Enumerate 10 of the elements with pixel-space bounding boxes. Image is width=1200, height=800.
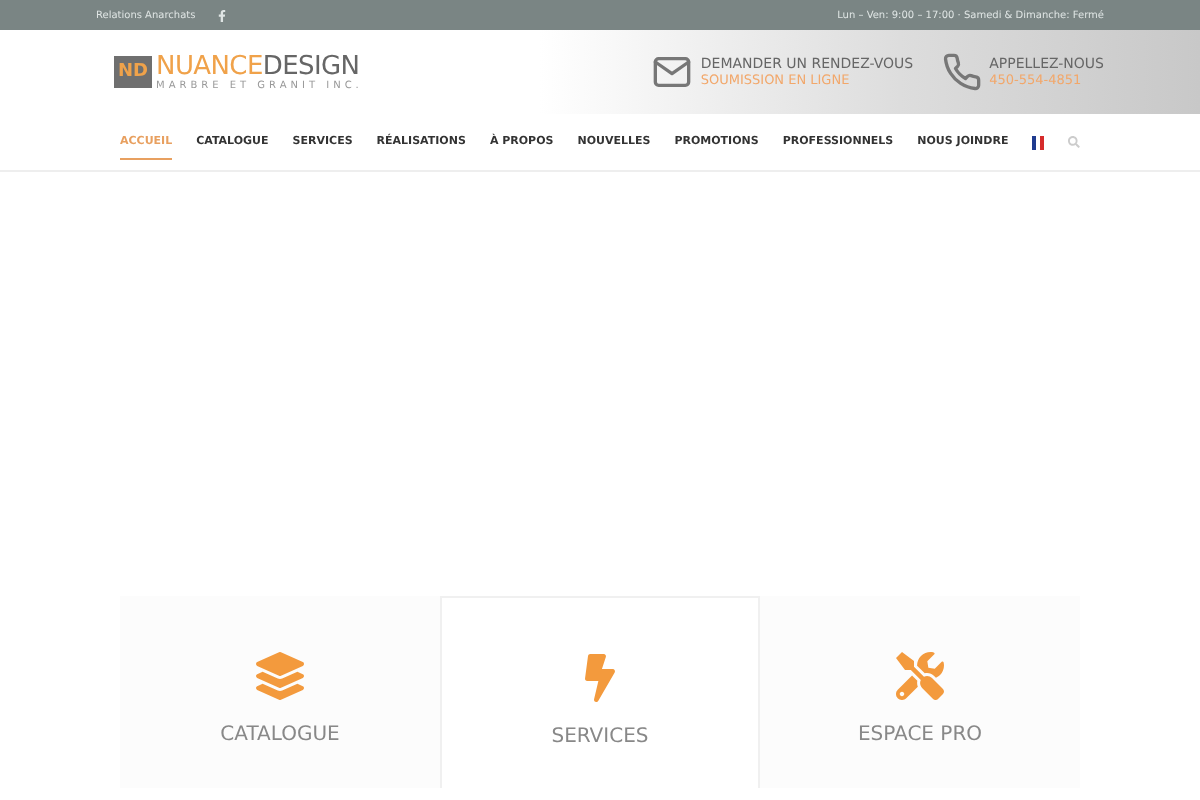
search-icon[interactable] bbox=[1068, 134, 1080, 150]
logo-mark: ND bbox=[114, 56, 153, 88]
tools-icon bbox=[896, 652, 944, 700]
stack-icon bbox=[256, 652, 304, 700]
phone-icon bbox=[941, 52, 982, 92]
facebook-icon[interactable] bbox=[215, 9, 228, 21]
french-flag-icon[interactable] bbox=[1032, 135, 1045, 149]
logo-name: NUANCEDESIGN bbox=[156, 53, 362, 79]
feature-title[interactable]: SERVICES bbox=[551, 726, 649, 748]
envelope-icon bbox=[652, 52, 693, 92]
